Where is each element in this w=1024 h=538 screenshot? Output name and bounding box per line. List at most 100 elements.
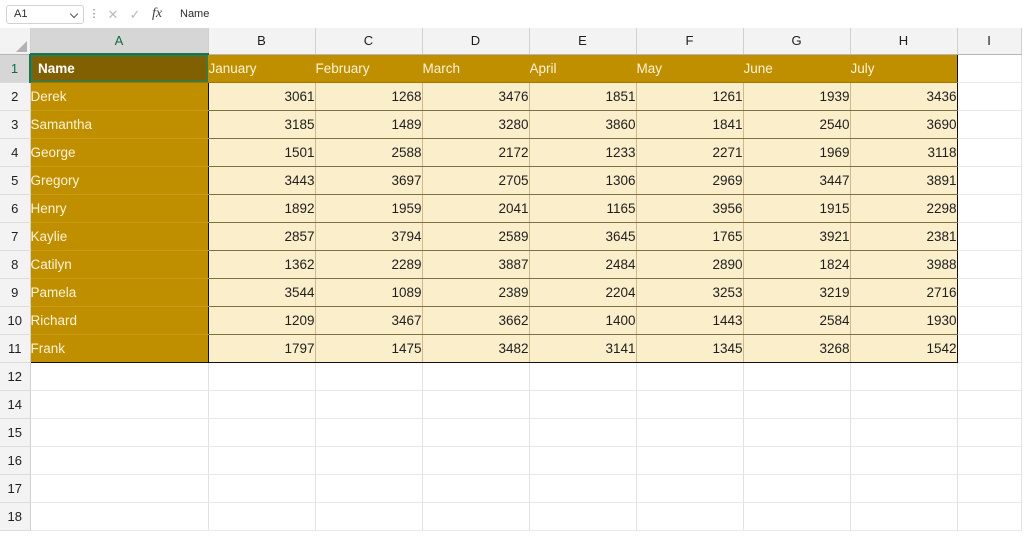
- cell-D15[interactable]: [422, 418, 530, 447]
- cancel-icon[interactable]: ✕: [102, 4, 124, 24]
- select-all-corner[interactable]: [0, 28, 31, 55]
- row-header-16[interactable]: 16: [0, 446, 31, 475]
- cell-B17[interactable]: [208, 474, 316, 503]
- cell-G8[interactable]: 1824: [743, 250, 851, 279]
- column-header-b[interactable]: B: [208, 28, 316, 55]
- cell-D1[interactable]: March: [422, 54, 530, 83]
- cell-A15[interactable]: [30, 418, 209, 447]
- cell-I16[interactable]: [957, 446, 1022, 475]
- cell-F8[interactable]: 2890: [636, 250, 744, 279]
- cell-E9[interactable]: 2204: [529, 278, 637, 307]
- cell-I17[interactable]: [957, 474, 1022, 503]
- column-header-g[interactable]: G: [743, 28, 851, 55]
- insert-function-icon[interactable]: fx: [146, 4, 168, 24]
- cell-I4[interactable]: [957, 138, 1022, 167]
- cell-G16[interactable]: [743, 446, 851, 475]
- cell-I10[interactable]: [957, 306, 1022, 335]
- row-header-5[interactable]: 5: [0, 166, 31, 195]
- cell-E2[interactable]: 1851: [529, 82, 637, 111]
- cell-A9[interactable]: Pamela: [30, 278, 209, 307]
- column-header-h[interactable]: H: [850, 28, 958, 55]
- cell-C18[interactable]: [315, 502, 423, 531]
- cell-A2[interactable]: Derek: [30, 82, 209, 111]
- cell-E11[interactable]: 3141: [529, 334, 637, 363]
- cell-I18[interactable]: [957, 502, 1022, 531]
- cell-E12[interactable]: [529, 362, 637, 391]
- cell-I6[interactable]: [957, 194, 1022, 223]
- row-header-10[interactable]: 10: [0, 306, 31, 335]
- cell-C15[interactable]: [315, 418, 423, 447]
- cell-G14[interactable]: [743, 390, 851, 419]
- cell-A12[interactable]: [30, 362, 209, 391]
- cell-I8[interactable]: [957, 250, 1022, 279]
- cell-E6[interactable]: 1165: [529, 194, 637, 223]
- cell-C11[interactable]: 1475: [315, 334, 423, 363]
- cell-B5[interactable]: 3443: [207, 166, 316, 195]
- column-header-e[interactable]: E: [529, 28, 637, 55]
- row-header-11[interactable]: 11: [0, 334, 31, 363]
- cell-B8[interactable]: 1362: [207, 250, 316, 279]
- cell-D4[interactable]: 2172: [422, 138, 530, 167]
- cell-F7[interactable]: 1765: [636, 222, 744, 251]
- cell-A18[interactable]: [30, 502, 209, 531]
- cell-B3[interactable]: 3185: [207, 110, 316, 139]
- cell-G6[interactable]: 1915: [743, 194, 851, 223]
- cell-A17[interactable]: [30, 474, 209, 503]
- cell-G4[interactable]: 1969: [743, 138, 851, 167]
- cell-D7[interactable]: 2589: [422, 222, 530, 251]
- cell-D6[interactable]: 2041: [422, 194, 530, 223]
- cell-G9[interactable]: 3219: [743, 278, 851, 307]
- row-header-7[interactable]: 7: [0, 222, 31, 251]
- cell-F15[interactable]: [636, 418, 744, 447]
- cell-H1[interactable]: July: [850, 54, 958, 83]
- cell-H3[interactable]: 3690: [850, 110, 958, 139]
- cell-B4[interactable]: 1501: [207, 138, 316, 167]
- cell-C6[interactable]: 1959: [315, 194, 423, 223]
- cell-A1[interactable]: Name: [30, 54, 209, 83]
- cell-H16[interactable]: [850, 446, 958, 475]
- cell-C10[interactable]: 3467: [315, 306, 423, 335]
- cell-D11[interactable]: 3482: [422, 334, 530, 363]
- row-header-8[interactable]: 8: [0, 250, 31, 279]
- cell-F12[interactable]: [636, 362, 744, 391]
- row-header-15[interactable]: 15: [0, 418, 31, 447]
- cell-D8[interactable]: 3887: [422, 250, 530, 279]
- cell-C4[interactable]: 2588: [315, 138, 423, 167]
- cell-H4[interactable]: 3118: [850, 138, 958, 167]
- cell-B10[interactable]: 1209: [207, 306, 316, 335]
- cell-B16[interactable]: [208, 446, 316, 475]
- cell-D9[interactable]: 2389: [422, 278, 530, 307]
- row-header-4[interactable]: 4: [0, 138, 31, 167]
- cell-H5[interactable]: 3891: [850, 166, 958, 195]
- cell-A3[interactable]: Samantha: [30, 110, 209, 139]
- cell-G11[interactable]: 3268: [743, 334, 851, 363]
- cell-B11[interactable]: 1797: [207, 334, 316, 363]
- row-header-1[interactable]: 1: [0, 54, 31, 83]
- cell-I15[interactable]: [957, 418, 1022, 447]
- column-header-a[interactable]: A: [30, 28, 209, 55]
- cell-C5[interactable]: 3697: [315, 166, 423, 195]
- cell-B14[interactable]: [208, 390, 316, 419]
- cell-E10[interactable]: 1400: [529, 306, 637, 335]
- cell-E4[interactable]: 1233: [529, 138, 637, 167]
- cell-H14[interactable]: [850, 390, 958, 419]
- cell-C9[interactable]: 1089: [315, 278, 423, 307]
- confirm-icon[interactable]: ✓: [124, 4, 146, 24]
- cell-E15[interactable]: [529, 418, 637, 447]
- cell-F9[interactable]: 3253: [636, 278, 744, 307]
- name-box[interactable]: A1: [6, 4, 84, 24]
- row-header-9[interactable]: 9: [0, 278, 31, 307]
- cell-B18[interactable]: [208, 502, 316, 531]
- cell-E7[interactable]: 3645: [529, 222, 637, 251]
- cell-C3[interactable]: 1489: [315, 110, 423, 139]
- cell-I1[interactable]: [957, 54, 1022, 83]
- cell-H11[interactable]: 1542: [850, 334, 958, 363]
- cell-F6[interactable]: 3956: [636, 194, 744, 223]
- cell-F18[interactable]: [636, 502, 744, 531]
- cell-G10[interactable]: 2584: [743, 306, 851, 335]
- cell-H12[interactable]: [850, 362, 958, 391]
- cell-E1[interactable]: April: [529, 54, 637, 83]
- column-header-i[interactable]: I: [957, 28, 1022, 55]
- cell-H15[interactable]: [850, 418, 958, 447]
- cell-C7[interactable]: 3794: [315, 222, 423, 251]
